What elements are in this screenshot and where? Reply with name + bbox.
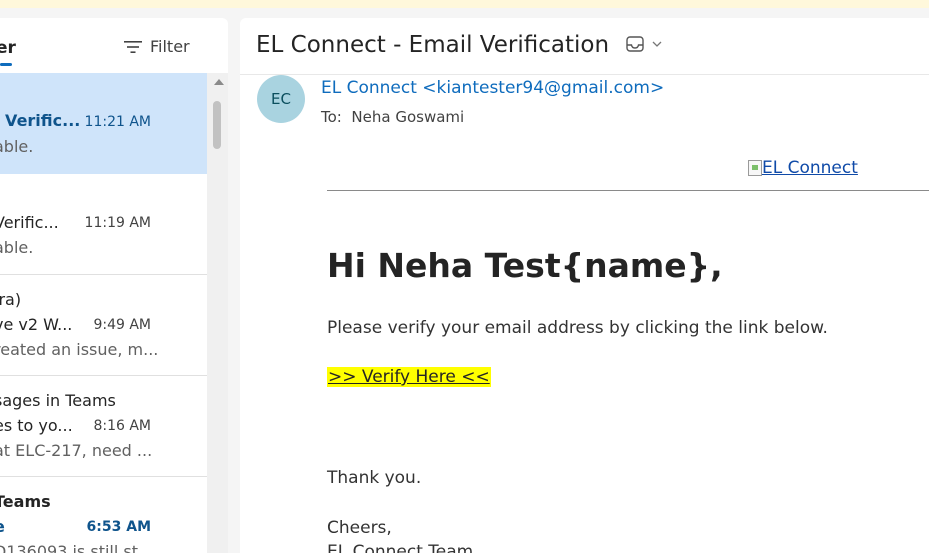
email-subject: EL Connect - Email Verification: [256, 32, 610, 58]
broken-image-icon: [748, 160, 762, 176]
reading-pane: EL Connect - Email Verification EC EL Co…: [240, 18, 929, 553]
message-time: 8:16 AM: [93, 418, 151, 434]
message-time: 11:19 AM: [84, 215, 151, 231]
message-subject: Verific...: [0, 213, 59, 232]
email-thanks: Thank you.: [327, 468, 422, 488]
message-preview: D136093 is still st...: [0, 542, 154, 553]
message-sender: sages in Teams: [0, 391, 116, 410]
filter-icon: [124, 40, 142, 53]
to-label: To:: [321, 108, 342, 126]
notification-banner: [0, 0, 929, 8]
message-preview: able.: [0, 238, 34, 257]
message-preview: able.: [0, 137, 34, 156]
chevron-down-icon: [652, 41, 662, 47]
message-subject: es to yo...: [0, 416, 73, 435]
subject-bar: EL Connect - Email Verification: [240, 18, 929, 75]
recipient-name[interactable]: Neha Goswami: [351, 108, 464, 126]
message-subject: e: [0, 517, 5, 536]
list-item[interactable]: Teams e 6:53 AM D136093 is still st...: [0, 477, 207, 553]
inbox-tray-icon: [626, 36, 644, 52]
filter-button[interactable]: Filter: [124, 37, 190, 56]
avatar[interactable]: EC: [257, 75, 305, 123]
scroll-thumb[interactable]: [213, 101, 221, 149]
list-item[interactable]: Verific... 11:19 AM able.: [0, 174, 207, 275]
email-greeting: Hi Neha Test{name},: [327, 246, 723, 285]
scroll-up-arrow-icon[interactable]: [214, 79, 224, 85]
message-list-header: er Filter: [0, 18, 228, 73]
email-body-text: Please verify your email address by clic…: [327, 318, 828, 338]
message-list-scrollbar[interactable]: [207, 73, 228, 553]
logo-link[interactable]: EL Connect: [748, 158, 858, 178]
sender-address[interactable]: EL Connect <kiantester94@gmail.com>: [321, 78, 664, 98]
message-time: 11:21 AM: [84, 114, 151, 130]
recipient-line: To: Neha Goswami: [321, 108, 464, 126]
message-sender: ira): [0, 290, 22, 309]
message-sender: Teams: [0, 492, 51, 511]
tab-underline: [0, 63, 12, 66]
message-list-pane: er Filter l Verific... 11:21 AM able. Ve…: [0, 18, 228, 553]
tab-other[interactable]: er: [0, 38, 16, 58]
message-time: 9:49 AM: [93, 317, 151, 333]
email-signature: EL Connect Team: [327, 542, 474, 553]
message-subject: l Verific...: [0, 111, 81, 130]
list-item[interactable]: sages in Teams es to yo... 8:16 AM at EL…: [0, 376, 207, 477]
list-item[interactable]: ira) ve v2 W... 9:49 AM reated an issue,…: [0, 275, 207, 376]
message-time: 6:53 AM: [86, 519, 151, 535]
verify-link[interactable]: >> Verify Here <<: [327, 367, 491, 387]
message-preview: at ELC-217, need ...: [0, 441, 153, 460]
message-preview: reated an issue, m...: [0, 340, 159, 359]
email-signoff: Cheers,: [327, 518, 392, 538]
list-item[interactable]: l Verific... 11:21 AM able.: [0, 73, 207, 174]
filter-label: Filter: [150, 37, 190, 56]
logo-alt-text: EL Connect: [762, 158, 858, 178]
message-subject: ve v2 W...: [0, 315, 73, 334]
reading-view-dropdown[interactable]: [626, 36, 662, 52]
header-divider: [327, 190, 929, 191]
